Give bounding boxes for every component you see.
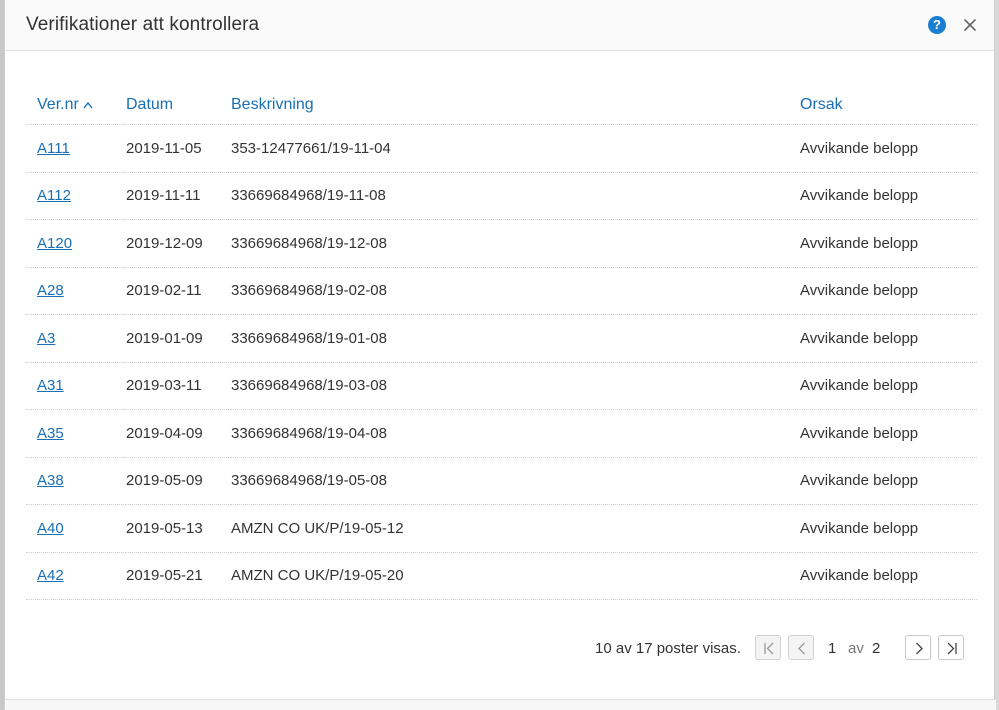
reason-cell: Avvikande belopp (800, 219, 977, 268)
table-row: A3 2019-01-09 33669684968/19-01-08 Avvik… (26, 314, 977, 363)
column-header-datum[interactable]: Datum (126, 86, 231, 125)
last-page-button[interactable] (938, 635, 964, 660)
column-header-label: Ver.nr (37, 96, 79, 114)
date-cell: 2019-05-09 (126, 457, 231, 505)
description-cell: 33669684968/19-03-08 (231, 362, 800, 410)
description-cell: 33669684968/19-12-08 (231, 219, 800, 268)
table-row: A31 2019-03-11 33669684968/19-03-08 Avvi… (26, 362, 977, 410)
description-cell: 33669684968/19-02-08 (231, 267, 800, 315)
reason-cell: Avvikande belopp (800, 314, 977, 363)
description-cell: 33669684968/19-11-08 (231, 172, 800, 220)
previous-page-button[interactable] (788, 635, 814, 660)
reason-cell: Avvikande belopp (800, 172, 977, 220)
verification-link[interactable]: A28 (37, 282, 64, 299)
pagination-summary: 10 av 17 poster visas. (595, 640, 741, 657)
chevron-right-icon (916, 642, 923, 655)
verification-link[interactable]: A38 (37, 472, 64, 489)
column-header-orsak[interactable]: Orsak (800, 86, 977, 125)
first-page-icon (764, 642, 774, 655)
date-cell: 2019-11-11 (126, 172, 231, 220)
reason-cell: Avvikande belopp (800, 552, 977, 600)
description-cell: AMZN CO UK/P/19-05-20 (231, 552, 800, 600)
description-cell: 33669684968/19-04-08 (231, 409, 800, 458)
table-row: A38 2019-05-09 33669684968/19-05-08 Avvi… (26, 457, 977, 505)
chevron-left-icon (798, 642, 805, 655)
description-cell: 33669684968/19-05-08 (231, 457, 800, 505)
table-row: A111 2019-11-05 353-12477661/19-11-04 Av… (26, 124, 977, 173)
date-cell: 2019-02-11 (126, 267, 231, 315)
verification-link[interactable]: A111 (37, 140, 70, 157)
current-page: 1 (828, 640, 837, 657)
total-pages: 2 (872, 640, 881, 657)
verification-dialog: Verifikationer att kontrollera ? Ver.nr … (4, 0, 996, 710)
dialog-title: Verifikationer att kontrollera (26, 14, 260, 35)
verification-link[interactable]: A35 (37, 425, 64, 442)
table-row: A112 2019-11-11 33669684968/19-11-08 Avv… (26, 172, 977, 220)
date-cell: 2019-03-11 (126, 362, 231, 410)
first-page-button[interactable] (755, 635, 781, 660)
dialog-footer (5, 700, 996, 710)
help-icon[interactable]: ? (928, 16, 946, 34)
reason-cell: Avvikande belopp (800, 504, 977, 553)
verification-table: Ver.nr Datum Beskrivning Orsak A111 2019… (26, 86, 977, 600)
verification-link[interactable]: A120 (37, 235, 72, 252)
page-of-label: av (848, 640, 864, 657)
verification-link[interactable]: A42 (37, 567, 64, 584)
date-cell: 2019-05-13 (126, 504, 231, 553)
table-row: A28 2019-02-11 33669684968/19-02-08 Avvi… (26, 267, 977, 315)
reason-cell: Avvikande belopp (800, 124, 977, 173)
reason-cell: Avvikande belopp (800, 267, 977, 315)
description-cell: AMZN CO UK/P/19-05-12 (231, 504, 800, 553)
reason-cell: Avvikande belopp (800, 457, 977, 505)
table-row: A120 2019-12-09 33669684968/19-12-08 Avv… (26, 219, 977, 268)
dialog-header: Verifikationer att kontrollera ? (5, 0, 994, 51)
verification-link[interactable]: A3 (37, 330, 55, 347)
date-cell: 2019-11-05 (126, 124, 231, 173)
verification-link[interactable]: A112 (37, 187, 71, 204)
column-header-vernr[interactable]: Ver.nr (26, 86, 126, 125)
table-header-row: Ver.nr Datum Beskrivning Orsak (26, 86, 977, 125)
table-row: A40 2019-05-13 AMZN CO UK/P/19-05-12 Avv… (26, 504, 977, 553)
last-page-icon (947, 642, 957, 655)
date-cell: 2019-12-09 (126, 219, 231, 268)
table-row: A42 2019-05-21 AMZN CO UK/P/19-05-20 Avv… (26, 552, 977, 600)
column-header-beskrivning[interactable]: Beskrivning (231, 86, 800, 125)
reason-cell: Avvikande belopp (800, 362, 977, 410)
date-cell: 2019-04-09 (126, 409, 231, 458)
reason-cell: Avvikande belopp (800, 409, 977, 458)
date-cell: 2019-05-21 (126, 552, 231, 600)
close-icon[interactable] (960, 14, 980, 36)
table-row: A35 2019-04-09 33669684968/19-04-08 Avvi… (26, 409, 977, 458)
description-cell: 33669684968/19-01-08 (231, 314, 800, 363)
sort-ascending-icon (83, 96, 93, 114)
date-cell: 2019-01-09 (126, 314, 231, 363)
description-cell: 353-12477661/19-11-04 (231, 124, 800, 173)
verification-link[interactable]: A40 (37, 520, 64, 537)
verification-link[interactable]: A31 (37, 377, 64, 394)
next-page-button[interactable] (905, 635, 931, 660)
pagination: 10 av 17 poster visas. 1 av 2 (5, 632, 996, 664)
